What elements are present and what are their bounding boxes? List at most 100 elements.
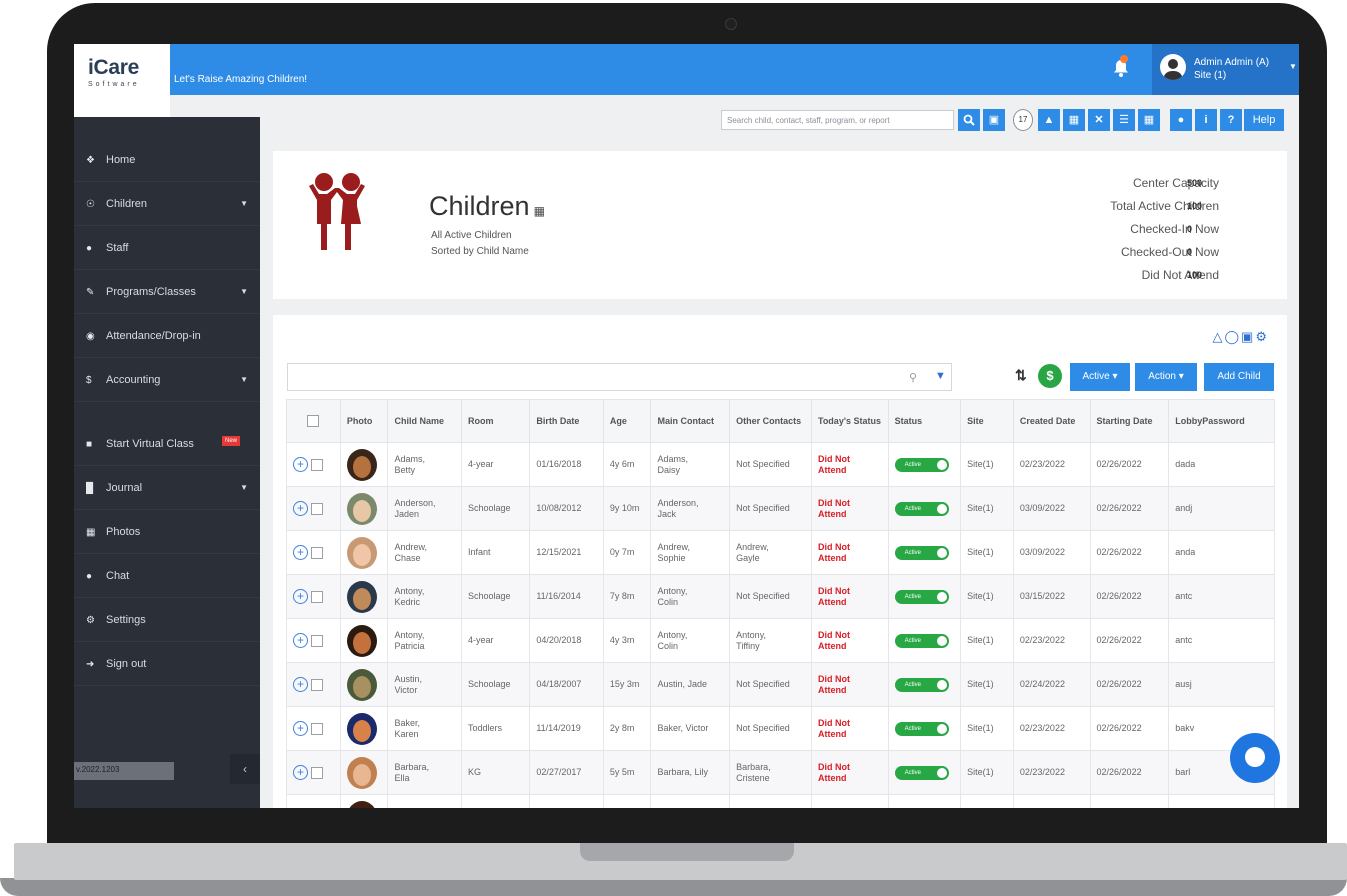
logo[interactable]: iCare Software [74,44,170,117]
status-toggle[interactable]: Active [894,677,949,692]
user-name: Admin Admin (A) [1194,57,1270,68]
add-child-button[interactable]: Add Child [1204,363,1274,391]
row-checkbox[interactable] [311,590,323,603]
filter-icon[interactable]: ▼ [935,370,946,382]
child-photo[interactable] [346,492,377,525]
column-header[interactable]: Main Contact [650,399,731,443]
child-photo[interactable] [346,800,377,808]
expand-row-icon[interactable]: + [293,501,308,516]
child-photo[interactable] [346,756,377,789]
active-filter-button[interactable]: Active ▾ [1070,363,1130,391]
child-photo[interactable] [346,668,377,701]
row-checkbox[interactable] [311,678,323,691]
table-row[interactable]: + Andrew, Chase Infant 12/15/2021 0y 7m Andrew… [286,530,1275,575]
row-checkbox[interactable] [311,722,323,735]
status-toggle[interactable]: Active [894,545,949,560]
table-row[interactable]: + Anderson, Jaden Schoolage 10/08/2012 9y 10m… [286,486,1275,531]
table-search-input[interactable]: ⚲ ▼ [287,363,952,391]
status-toggle[interactable]: Active [894,501,949,516]
column-header[interactable]: Child Name [387,399,462,443]
table-row[interactable]: + Barbara, Ella KG 02/27/2017 5y 5m Barbara, L… [286,750,1275,795]
column-header[interactable]: Birth Date [529,399,604,443]
sidebar-item-attendance-drop-in[interactable]: ◉ Attendance/Drop-in [74,314,260,358]
table-row[interactable]: + Adams, Betty 4-year 01/16/2018 4y 6m Adams, D… [286,442,1275,487]
sidebar-item-home[interactable]: ❖ Home [74,138,260,182]
sidebar-item-staff[interactable]: ● Staff [74,226,260,270]
global-search-input[interactable]: Search child, contact, staff, program, o… [721,110,954,130]
help-button[interactable]: Help [1244,109,1284,131]
expand-row-icon[interactable]: + [293,765,308,780]
table-row[interactable]: + Austin, Victor Schoolage 04/18/2007 15y 3m A… [286,662,1275,707]
dollar-icon[interactable]: $ [1038,364,1062,388]
export-icon[interactable]: ◯ [1224,329,1241,344]
list-button[interactable]: ☰ [1113,109,1135,131]
cart-button[interactable]: ▣ [983,109,1005,131]
status-toggle[interactable]: Active [894,589,949,604]
grid-icon[interactable]: ▦ [534,204,545,218]
chart-icon[interactable]: △ [1212,329,1224,344]
question-button[interactable]: ? [1220,109,1242,131]
child-photo[interactable] [346,624,377,657]
column-header[interactable]: LobbyPassword [1168,399,1275,443]
chat-widget-button[interactable] [1230,733,1280,783]
expand-row-icon[interactable]: + [293,633,308,648]
row-checkbox[interactable] [311,546,323,559]
column-header[interactable]: Other Contacts [729,399,812,443]
column-header[interactable]: Today's Status [810,399,889,443]
collapse-sidebar-button[interactable]: ‹ [230,754,260,784]
status-toggle[interactable]: Active [894,457,949,472]
expand-row-icon[interactable]: + [293,721,308,736]
users-button[interactable]: ● [1170,109,1192,131]
row-checkbox[interactable] [311,766,323,779]
child-name: Austin, Victor [387,662,462,707]
count-badge[interactable]: 17 [1013,109,1033,131]
expand-row-icon[interactable]: + [293,457,308,472]
gear-icon[interactable]: ⚙ [1255,329,1269,344]
sidebar-item-settings[interactable]: ⚙ Settings [74,598,260,642]
excel-button[interactable]: ✕ [1088,109,1110,131]
dropper-button[interactable]: ▲ [1038,109,1060,131]
column-header[interactable]: Age [602,399,652,443]
child-photo[interactable] [346,536,377,569]
table-row[interactable]: + Baker, Karen Toddlers 11/14/2019 2y 8m Baker… [286,706,1275,751]
table-row[interactable]: + Barbara, Did Not [286,794,1275,808]
status-toggle[interactable]: Active [894,633,949,648]
row-checkbox[interactable] [311,458,323,471]
sidebar-item-children[interactable]: ☉ Children ▼ [74,182,260,226]
sidebar-item-start-virtual-class[interactable]: ■ Start Virtual Class New [74,422,260,466]
calendar-button[interactable]: ▦ [1063,109,1085,131]
child-photo[interactable] [346,448,377,481]
row-checkbox[interactable] [311,634,323,647]
column-header[interactable]: Photo [339,399,389,443]
table-row[interactable]: + Antony, Patricia 4-year 04/20/2018 4y 3m Ant… [286,618,1275,663]
sidebar-item-journal[interactable]: █ Journal ▼ [74,466,260,510]
user-menu[interactable]: Admin Admin (A) Site (1) ▼ [1152,44,1299,95]
sort-icon[interactable]: ⇅ [1015,367,1027,384]
column-header[interactable]: Starting Date [1089,399,1170,443]
child-photo[interactable] [346,580,377,613]
grid-button[interactable]: ▦ [1138,109,1160,131]
row-checkbox[interactable] [311,502,323,515]
expand-row-icon[interactable]: + [293,677,308,692]
sidebar-item-programs-classes[interactable]: ✎ Programs/Classes ▼ [74,270,260,314]
expand-row-icon[interactable]: + [293,545,308,560]
table-row[interactable]: + Antony, Kedric Schoolage 11/16/2014 7y 8m An… [286,574,1275,619]
column-header[interactable] [286,399,341,443]
expand-row-icon[interactable]: + [293,589,308,604]
column-header[interactable]: Site [960,399,1014,443]
column-header[interactable]: Status [887,399,962,443]
status-toggle[interactable]: Active [894,765,949,780]
sidebar-item-accounting[interactable]: $ Accounting ▼ [74,358,260,402]
column-header[interactable]: Room [460,399,531,443]
status-toggle[interactable]: Active [894,721,949,736]
column-header[interactable]: Created Date [1012,399,1091,443]
sidebar-item-sign-out[interactable]: ➜ Sign out [74,642,260,686]
sidebar-item-chat[interactable]: ● Chat [74,554,260,598]
print-icon[interactable]: ▣ [1241,329,1255,344]
info-button[interactable]: i [1195,109,1217,131]
select-all-checkbox[interactable] [307,415,320,428]
child-photo[interactable] [346,712,377,745]
action-button[interactable]: Action ▾ [1135,363,1197,391]
sidebar-item-photos[interactable]: ▦ Photos [74,510,260,554]
search-button[interactable] [958,109,980,131]
